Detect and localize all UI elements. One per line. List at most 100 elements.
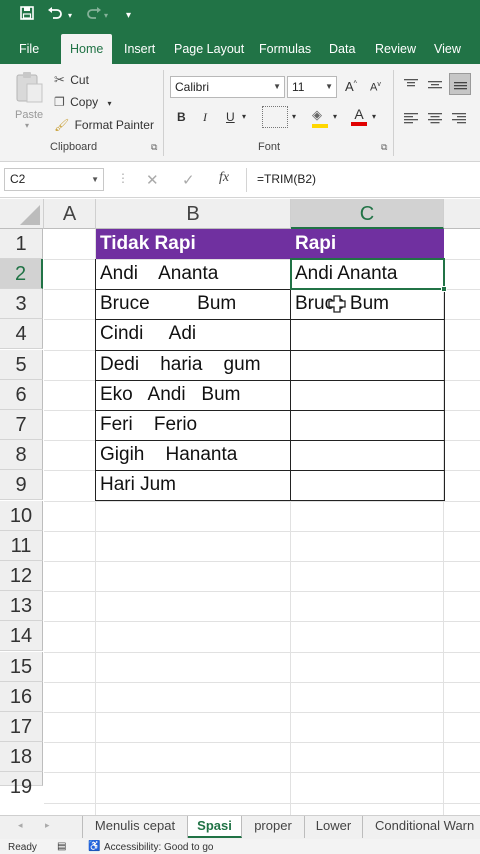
- row-header[interactable]: 12: [0, 561, 43, 592]
- scroll-right-icon[interactable]: ▸: [45, 820, 50, 831]
- align-center-icon: [428, 113, 442, 124]
- top-align-icon: [404, 79, 418, 87]
- fill-color-dropdown-icon[interactable]: ▾: [333, 112, 337, 121]
- more-options-icon: ⋮: [117, 171, 129, 185]
- ribbon-tabs: File Home Insert Page Layout Formulas Da…: [0, 34, 480, 64]
- font-name-combo[interactable]: Calibri ▼: [170, 76, 285, 98]
- row-header[interactable]: 9: [0, 470, 43, 501]
- column-header-b[interactable]: B: [96, 199, 291, 229]
- tab-data[interactable]: Data: [329, 34, 355, 64]
- table-header-rapi[interactable]: Rapi: [291, 229, 444, 260]
- row-header[interactable]: 13: [0, 591, 43, 622]
- underline-dropdown-icon[interactable]: ▾: [242, 112, 246, 121]
- tab-page-layout[interactable]: Page Layout: [174, 34, 244, 64]
- redo-icon[interactable]: [86, 6, 102, 26]
- ribbon-home: Paste ▾ ✂ Cut ❐ Copy ▾ 🖌 Format Painter …: [0, 64, 480, 162]
- bottom-align-icon: [454, 82, 467, 90]
- bold-button[interactable]: B: [177, 110, 186, 124]
- sheet-tab-spasi[interactable]: Spasi: [188, 816, 242, 838]
- font-color-button[interactable]: A: [351, 106, 367, 126]
- row-header[interactable]: 10: [0, 501, 43, 532]
- borders-button[interactable]: [262, 106, 288, 128]
- copy-dropdown-icon: ▾: [107, 99, 112, 108]
- row-header[interactable]: 18: [0, 742, 43, 773]
- clipboard-group-label: Clipboard: [50, 141, 98, 153]
- align-left-icon: [404, 113, 418, 124]
- row-header[interactable]: 1: [0, 229, 43, 260]
- bottom-align-button[interactable]: [449, 73, 471, 95]
- underline-button[interactable]: U: [226, 110, 235, 124]
- redo-dropdown-icon[interactable]: ▾: [104, 6, 108, 26]
- cut-button[interactable]: ✂ Cut: [54, 72, 89, 88]
- insert-function-icon[interactable]: fx: [219, 170, 229, 186]
- font-size-value: 11: [292, 80, 305, 94]
- paste-label: Paste: [15, 109, 44, 121]
- accessibility-icon[interactable]: ♿: [88, 841, 100, 852]
- enter-icon[interactable]: ✓: [182, 171, 195, 189]
- font-launcher-icon[interactable]: ⧉: [381, 142, 387, 153]
- macro-record-icon[interactable]: ▤: [57, 841, 66, 852]
- row-header[interactable]: 16: [0, 682, 43, 713]
- row-header[interactable]: 4: [0, 319, 43, 350]
- cancel-icon[interactable]: ✕: [146, 171, 159, 189]
- top-align-button[interactable]: [404, 78, 418, 93]
- column-header-d[interactable]: [444, 199, 480, 229]
- sheet-tab-menulis-cepat[interactable]: Menulis cepat: [83, 816, 188, 838]
- font-size-combo[interactable]: 11 ▼: [287, 76, 337, 98]
- row-header[interactable]: 14: [0, 621, 43, 652]
- grow-font-button[interactable]: A^: [345, 79, 357, 94]
- paintbrush-icon: 🖌: [54, 118, 70, 132]
- customize-qat-icon[interactable]: ▾: [126, 6, 131, 26]
- tab-file[interactable]: File: [19, 34, 39, 64]
- tab-review[interactable]: Review: [375, 34, 416, 64]
- tab-insert[interactable]: Insert: [124, 34, 155, 64]
- scroll-left-icon[interactable]: ◂: [18, 820, 23, 831]
- align-center-button[interactable]: [428, 112, 442, 127]
- column-header-c[interactable]: C: [291, 199, 444, 229]
- quick-access-toolbar: ▾ ▾ ▾: [0, 0, 480, 34]
- select-all-corner[interactable]: [0, 199, 44, 229]
- name-box[interactable]: C2 ▼: [4, 168, 104, 191]
- shrink-font-button[interactable]: Av: [370, 81, 381, 94]
- row-header[interactable]: 8: [0, 440, 43, 471]
- row-header[interactable]: 11: [0, 531, 43, 562]
- row-header[interactable]: 5: [0, 350, 43, 381]
- format-painter-label: Format Painter: [74, 118, 154, 132]
- copy-button[interactable]: ❐ Copy ▾: [54, 95, 111, 109]
- tab-view[interactable]: View: [434, 34, 461, 64]
- table-header-tidak-rapi[interactable]: Tidak Rapi: [96, 229, 291, 260]
- row-header[interactable]: 19: [0, 772, 43, 798]
- cut-label: Cut: [70, 73, 89, 87]
- column-header-a[interactable]: A: [44, 199, 96, 229]
- status-ready: Ready: [8, 842, 37, 853]
- align-left-button[interactable]: [404, 112, 418, 127]
- undo-icon[interactable]: [47, 6, 63, 26]
- middle-align-button[interactable]: [428, 78, 442, 93]
- row-header[interactable]: 3: [0, 289, 43, 320]
- format-painter-button[interactable]: 🖌 Format Painter: [54, 118, 154, 132]
- row-header[interactable]: 15: [0, 652, 43, 683]
- row-header[interactable]: 6: [0, 380, 43, 411]
- save-icon[interactable]: [20, 6, 34, 26]
- sheet-tab-proper[interactable]: proper: [242, 816, 305, 838]
- tab-home[interactable]: Home: [61, 34, 113, 64]
- tab-formulas[interactable]: Formulas: [259, 34, 311, 64]
- paste-button[interactable]: Paste ▾: [14, 70, 46, 130]
- italic-button[interactable]: I: [203, 110, 207, 125]
- borders-dropdown-icon[interactable]: ▾: [292, 112, 296, 121]
- align-right-button[interactable]: [452, 112, 466, 127]
- formula-input[interactable]: =TRIM(B2): [257, 172, 316, 186]
- row-header[interactable]: 2: [0, 259, 43, 290]
- fill-handle[interactable]: [441, 286, 447, 292]
- sheet-tab-conditional[interactable]: Conditional Warn: [363, 816, 480, 838]
- sheet-tab-lower[interactable]: Lower: [305, 816, 363, 838]
- font-color-dropdown-icon[interactable]: ▾: [372, 112, 376, 121]
- status-accessibility[interactable]: Accessibility: Good to go: [104, 842, 214, 853]
- status-bar: Ready ▤ ♿ Accessibility: Good to go: [0, 839, 480, 854]
- row-header[interactable]: 7: [0, 410, 43, 441]
- scissors-icon: ✂: [54, 72, 65, 87]
- row-header[interactable]: 17: [0, 712, 43, 743]
- fill-color-button[interactable]: ◈: [312, 107, 328, 128]
- clipboard-launcher-icon[interactable]: ⧉: [151, 142, 157, 153]
- undo-dropdown-icon[interactable]: ▾: [68, 6, 72, 26]
